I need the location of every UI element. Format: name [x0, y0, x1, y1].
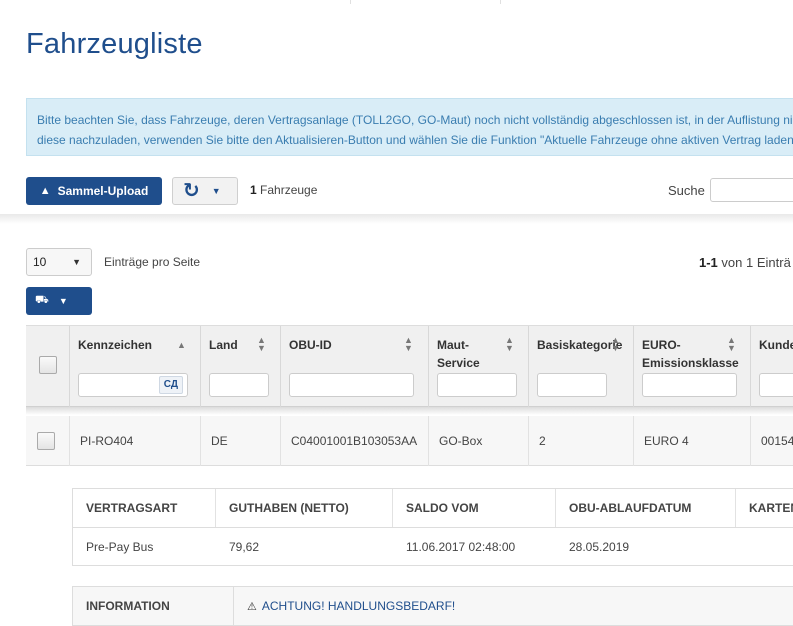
detail-header: KARTEN — [749, 501, 793, 515]
sort-icon[interactable]: ▲ ▼ — [404, 336, 413, 353]
cell-kennzeichen: PI-RO404 — [70, 416, 201, 466]
detail-value-karten — [736, 528, 793, 566]
page-title: Fahrzeugliste — [26, 28, 203, 60]
vehicle-actions-button[interactable]: ⛟ ▼ — [26, 287, 92, 315]
column-land[interactable]: Land ▲ ▼ — [201, 326, 281, 408]
detail-header: VERTRAGSART — [73, 489, 216, 527]
column-kennzeichen[interactable]: Kennzeichen ▲ СД — [70, 326, 201, 408]
sort-icon[interactable]: ▲ ▼ — [727, 336, 736, 353]
column-label: OBU-ID — [289, 338, 332, 352]
search-input[interactable] — [710, 178, 793, 202]
filter-input-kennzeichen[interactable]: СД — [78, 373, 188, 397]
notice-line-1: Bitte beachten Sie, dass Fahrzeuge, dere… — [37, 113, 793, 127]
detail-value-vertragsart: Pre-Pay Bus — [86, 540, 154, 554]
cell-basiskategorie: 2 — [529, 416, 634, 466]
refresh-icon: ↻ — [183, 180, 200, 202]
cell-kunde: 00154 — [761, 434, 793, 448]
vehicle-count: 1 Fahrzeuge — [250, 183, 317, 197]
column-label: Kennzeichen — [78, 338, 153, 352]
column-kunde[interactable]: Kunde — [751, 326, 793, 408]
keyboard-badge[interactable]: СД — [158, 376, 183, 394]
page-size-select[interactable]: 10 ▼ — [26, 248, 92, 276]
column-label: Maut- Service — [437, 338, 480, 370]
column-label: Land — [209, 338, 238, 352]
table-header: Kennzeichen ▲ СД Land ▲ ▼ OBU-ID ▲ ▼ Maut-… — [26, 325, 793, 408]
warning-icon: ⚠ — [247, 601, 257, 613]
detail-value-obu-ablaufdatum: 28.05.2019 — [569, 540, 630, 554]
pager-range: 1-1 — [699, 255, 718, 270]
cell-maut-service: GO-Box — [429, 416, 529, 466]
tab-separator — [350, 0, 351, 4]
per-page-label: Einträge pro Seite — [104, 255, 201, 269]
top-tab-strip — [0, 0, 793, 4]
filter-input-maut-service[interactable] — [437, 373, 517, 397]
column-maut-service[interactable]: Maut- Service ▲ ▼ — [429, 326, 529, 408]
tab-separator — [500, 0, 501, 4]
bulk-upload-label: Sammel-Upload — [57, 184, 149, 198]
warning-message[interactable]: ⚠ ACHTUNG! HANDLUNGSBEDARF! — [247, 599, 455, 613]
section-divider — [0, 214, 793, 224]
row-checkbox[interactable] — [37, 432, 55, 450]
detail-header: SALDO VOM — [393, 489, 556, 527]
bulk-upload-button[interactable]: ▲ Sammel-Upload — [26, 177, 162, 205]
vehicle-count-label: Fahrzeuge — [260, 183, 318, 197]
column-basiskategorie[interactable]: Basiskategorie ▲ ▼ — [529, 326, 634, 408]
column-euro-emissionsklasse[interactable]: EURO- Emissionsklasse ▲ ▼ — [634, 326, 751, 408]
select-all-column — [26, 326, 70, 408]
filter-input-land[interactable] — [209, 373, 269, 397]
sort-asc-icon[interactable]: ▲ — [177, 341, 186, 350]
information-row: INFORMATION ⚠ ACHTUNG! HANDLUNGSBEDARF! — [72, 586, 793, 626]
filter-input-basiskategorie[interactable] — [537, 373, 607, 397]
cell-obu-id: C04001001B103053AA — [281, 416, 429, 466]
pager-info: 1-1 von 1 Einträ — [699, 255, 791, 270]
contract-detail-table: VERTRAGSART GUTHABEN (NETTO) SALDO VOM O… — [72, 488, 793, 566]
refresh-button[interactable]: ↻ ▼ — [172, 177, 238, 205]
pager-range-suffix: von 1 Einträ — [721, 255, 791, 270]
column-label: Basiskategorie — [537, 338, 623, 352]
truck-icon: ⛟ — [35, 294, 49, 306]
row-select-cell — [26, 416, 70, 466]
column-label: Kunde — [759, 338, 793, 352]
detail-value-saldo-vom: 11.06.2017 02:48:00 — [406, 540, 516, 554]
column-label: EURO- Emissionsklasse — [642, 338, 739, 370]
warning-text: ACHTUNG! HANDLUNGSBEDARF! — [261, 599, 456, 613]
chevron-down-icon: ▼ — [58, 296, 68, 306]
filter-input-obu-id[interactable] — [289, 373, 414, 397]
notice-line-2: diese nachzuladen, verwenden Sie bitte d… — [37, 133, 793, 147]
detail-value-guthaben: 79,62 — [229, 540, 260, 554]
cell-euro: EURO 4 — [634, 416, 751, 466]
sort-icon[interactable]: ▲ ▼ — [611, 336, 620, 353]
column-obu-id[interactable]: OBU-ID ▲ ▼ — [281, 326, 429, 408]
cell-land: DE — [201, 416, 281, 466]
filter-input-euro[interactable] — [642, 373, 737, 397]
filter-input-kunde[interactable] — [759, 373, 793, 397]
table-header-shadow — [26, 407, 793, 415]
information-label: INFORMATION — [86, 599, 170, 613]
upload-icon: ▲ — [39, 185, 51, 197]
sort-icon[interactable]: ▲ ▼ — [257, 336, 266, 353]
detail-header: GUTHABEN (NETTO) — [216, 489, 393, 527]
detail-header: OBU-ABLAUFDATUM — [556, 489, 736, 527]
vehicle-count-number: 1 — [250, 183, 257, 197]
search-label: Suche — [668, 183, 705, 198]
page-size-value: 10 — [33, 255, 47, 269]
info-notice: Bitte beachten Sie, dass Fahrzeuge, dere… — [26, 98, 793, 156]
chevron-down-icon: ▼ — [211, 186, 221, 196]
select-all-checkbox[interactable] — [39, 356, 57, 374]
chevron-down-icon: ▼ — [72, 257, 81, 267]
information-divider — [233, 587, 234, 626]
table-row[interactable]: PI-RO404 DE C04001001B103053AA GO-Box 2 … — [26, 416, 793, 466]
sort-icon[interactable]: ▲ ▼ — [505, 336, 514, 353]
